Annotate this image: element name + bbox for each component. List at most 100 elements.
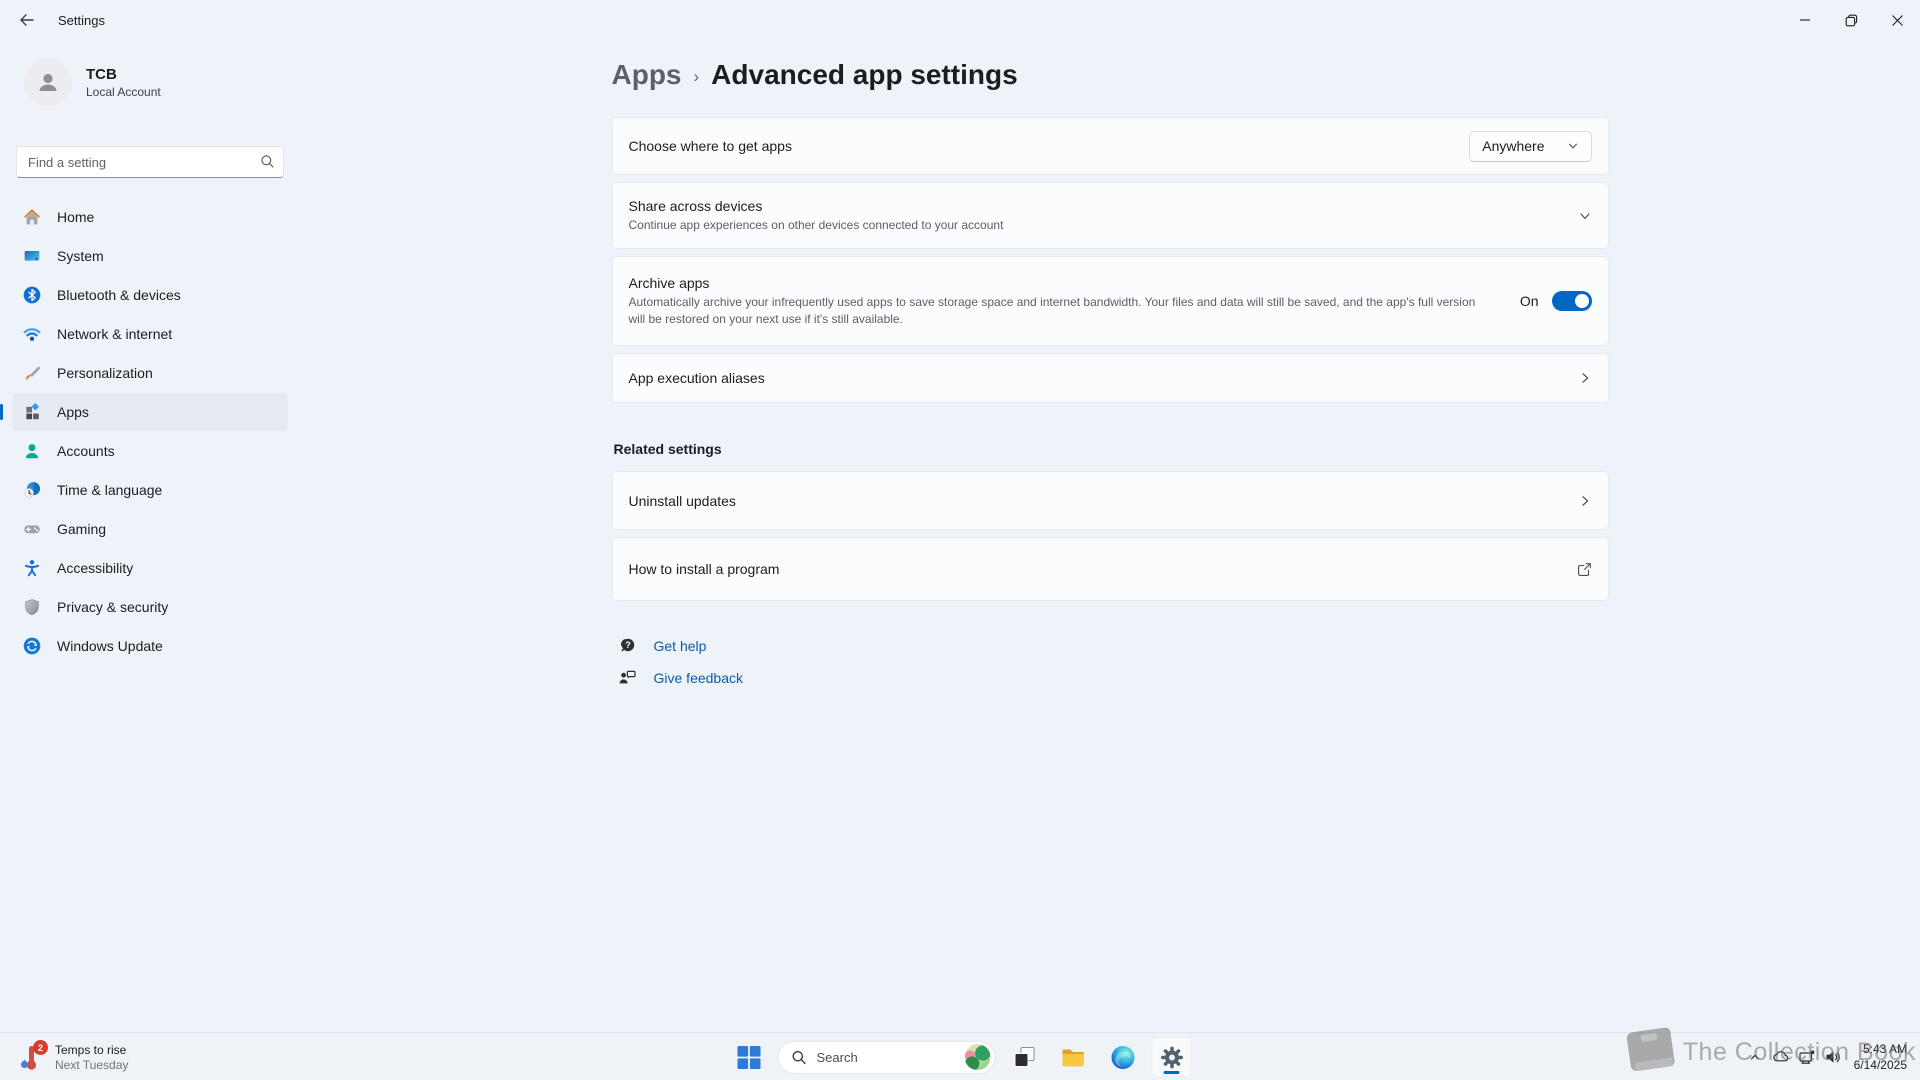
time-language-icon bbox=[23, 481, 41, 499]
person-icon bbox=[35, 69, 61, 95]
row-label: App execution aliases bbox=[629, 370, 1538, 386]
chevron-right-icon bbox=[1578, 494, 1592, 508]
breadcrumb: Apps › Advanced app settings bbox=[612, 59, 1609, 91]
back-button[interactable] bbox=[8, 4, 46, 36]
onedrive-button[interactable] bbox=[1768, 1043, 1794, 1071]
page-title: Advanced app settings bbox=[711, 59, 1018, 91]
sidebar-item-accounts[interactable]: Accounts bbox=[12, 432, 288, 470]
bluetooth-icon bbox=[23, 286, 41, 304]
taskbar-search[interactable]: Search bbox=[778, 1041, 996, 1074]
row-archive-apps: Archive apps Automatically archive your … bbox=[612, 256, 1609, 346]
sidebar-item-home[interactable]: Home bbox=[12, 198, 288, 236]
update-icon bbox=[23, 637, 41, 655]
sidebar-item-label: Time & language bbox=[57, 482, 162, 498]
weather-widget[interactable]: 2 Temps to rise Next Tuesday bbox=[8, 1036, 138, 1078]
sidebar: TCB Local Account Home System Bluetooth … bbox=[0, 40, 300, 1032]
toggle-knob bbox=[1575, 294, 1589, 308]
hidden-icons-button[interactable] bbox=[1742, 1043, 1768, 1071]
language-input-button[interactable] bbox=[1794, 1043, 1820, 1071]
give-feedback-icon bbox=[618, 668, 637, 687]
weather-headline: Temps to rise bbox=[55, 1043, 128, 1057]
sidebar-nav: Home System Bluetooth & devices Network … bbox=[0, 198, 300, 665]
sidebar-item-label: Accounts bbox=[57, 443, 115, 459]
clock[interactable]: 5:43 AM 6/14/2025 bbox=[1854, 1041, 1907, 1073]
give-feedback-link: Give feedback bbox=[654, 670, 744, 686]
task-view-button[interactable] bbox=[1005, 1037, 1045, 1077]
row-share-across-devices[interactable]: Share across devices Continue app experi… bbox=[612, 182, 1609, 249]
edge-icon bbox=[1110, 1045, 1135, 1070]
close-icon bbox=[1891, 14, 1904, 27]
get-help-row[interactable]: ? Get help bbox=[618, 633, 1609, 658]
account-type: Local Account bbox=[86, 85, 161, 99]
close-button[interactable] bbox=[1874, 0, 1920, 40]
system-icon bbox=[23, 247, 41, 265]
search-highlight-image[interactable] bbox=[965, 1044, 991, 1070]
related-settings-heading: Related settings bbox=[614, 441, 1609, 457]
chevron-down-icon bbox=[1578, 209, 1592, 223]
sidebar-item-accessibility[interactable]: Accessibility bbox=[12, 549, 288, 587]
row-description: Continue app experiences on other device… bbox=[629, 217, 1509, 234]
settings-app-button[interactable] bbox=[1152, 1037, 1192, 1077]
home-icon bbox=[23, 208, 41, 226]
get-help-icon: ? bbox=[618, 636, 637, 655]
sidebar-item-time-language[interactable]: Time & language bbox=[12, 471, 288, 509]
sidebar-item-label: Accessibility bbox=[57, 560, 133, 576]
gamepad-icon bbox=[23, 520, 41, 538]
get-apps-dropdown[interactable]: Anywhere bbox=[1469, 131, 1591, 162]
speaker-icon bbox=[1824, 1048, 1842, 1066]
volume-button[interactable] bbox=[1820, 1043, 1846, 1071]
row-label: Choose where to get apps bbox=[629, 138, 1430, 154]
sidebar-item-label: Personalization bbox=[57, 365, 153, 381]
sidebar-item-privacy-security[interactable]: Privacy & security bbox=[12, 588, 288, 626]
edge-browser-button[interactable] bbox=[1103, 1037, 1143, 1077]
sidebar-item-windows-update[interactable]: Windows Update bbox=[12, 627, 288, 665]
row-app-execution-aliases[interactable]: App execution aliases bbox=[612, 353, 1609, 403]
accessibility-icon bbox=[23, 559, 41, 577]
breadcrumb-separator-icon: › bbox=[694, 63, 700, 87]
account-section[interactable]: TCB Local Account bbox=[24, 58, 300, 106]
cloud-icon bbox=[1772, 1048, 1790, 1066]
sidebar-item-personalization[interactable]: Personalization bbox=[12, 354, 288, 392]
dropdown-value: Anywhere bbox=[1482, 138, 1544, 154]
start-button[interactable] bbox=[729, 1037, 769, 1077]
breadcrumb-apps[interactable]: Apps bbox=[612, 59, 682, 91]
file-explorer-button[interactable] bbox=[1054, 1037, 1094, 1077]
chevron-down-icon bbox=[1567, 140, 1579, 152]
titlebar: Settings bbox=[0, 0, 1920, 40]
window-controls bbox=[1782, 0, 1920, 40]
taskbar: 2 Temps to rise Next Tuesday Search bbox=[0, 1032, 1920, 1080]
sidebar-item-label: Apps bbox=[57, 404, 89, 420]
chevron-right-icon bbox=[1578, 371, 1592, 385]
give-feedback-row[interactable]: Give feedback bbox=[618, 665, 1609, 690]
restore-icon bbox=[1845, 14, 1858, 27]
sidebar-item-label: Windows Update bbox=[57, 638, 163, 654]
brush-icon bbox=[23, 364, 41, 382]
folder-icon bbox=[1061, 1044, 1087, 1070]
minimize-button[interactable] bbox=[1782, 0, 1828, 40]
restore-button[interactable] bbox=[1828, 0, 1874, 40]
minimize-icon bbox=[1799, 14, 1811, 26]
tray-date: 6/14/2025 bbox=[1854, 1057, 1907, 1073]
sidebar-item-gaming[interactable]: Gaming bbox=[12, 510, 288, 548]
row-label: Share across devices bbox=[629, 198, 1538, 214]
sidebar-item-apps[interactable]: Apps bbox=[12, 393, 288, 431]
row-label: How to install a program bbox=[629, 561, 1537, 577]
row-description: Automatically archive your infrequently … bbox=[629, 294, 1480, 327]
row-label: Uninstall updates bbox=[629, 493, 1538, 509]
search-input[interactable] bbox=[16, 146, 284, 178]
window-title: Settings bbox=[58, 13, 105, 28]
get-help-link: Get help bbox=[654, 638, 707, 654]
sidebar-item-label: Gaming bbox=[57, 521, 106, 537]
archive-apps-toggle[interactable] bbox=[1552, 291, 1592, 311]
row-label: Archive apps bbox=[629, 275, 1480, 291]
svg-text:?: ? bbox=[625, 640, 631, 650]
taskbar-search-placeholder: Search bbox=[817, 1050, 955, 1065]
row-how-to-install-a-program[interactable]: How to install a program bbox=[612, 537, 1609, 601]
row-uninstall-updates[interactable]: Uninstall updates bbox=[612, 471, 1609, 530]
sidebar-item-network-internet[interactable]: Network & internet bbox=[12, 315, 288, 353]
row-choose-where-to-get-apps: Choose where to get apps Anywhere bbox=[612, 117, 1609, 175]
selected-indicator bbox=[0, 404, 3, 420]
sidebar-item-system[interactable]: System bbox=[12, 237, 288, 275]
sidebar-item-bluetooth-devices[interactable]: Bluetooth & devices bbox=[12, 276, 288, 314]
sidebar-item-label: Privacy & security bbox=[57, 599, 168, 615]
